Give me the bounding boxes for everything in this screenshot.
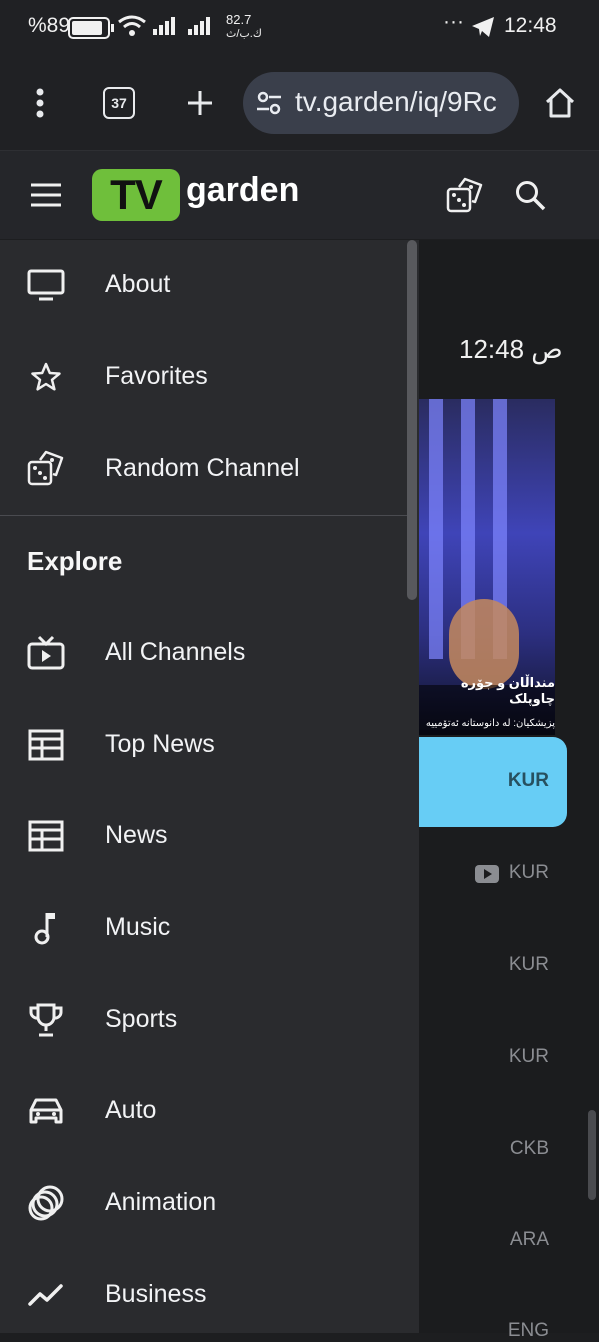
status-time: 12:48 [504, 14, 557, 37]
drawer-item-label: Animation [105, 1188, 217, 1216]
logo-badge[interactable]: TV [92, 169, 180, 221]
drawer-item-sports[interactable]: Sports [0, 975, 405, 1065]
drawer-item-label: About [105, 270, 171, 298]
drawer-item-label: News [105, 821, 168, 849]
drawer-item-label: Top News [105, 730, 215, 758]
drawer-item-favorites[interactable]: Favorites [0, 332, 405, 422]
video-thumbnail[interactable]: منداڵان و جۆرە چاوپلک پزیشکیان: لە دانوس… [419, 399, 555, 735]
page-scrollbar[interactable] [588, 1110, 596, 1200]
drawer-item-random-channel[interactable]: Random Channel [0, 424, 405, 514]
browser-toolbar: 37 tv.garden/iq/9Rc [0, 56, 599, 151]
home-button[interactable] [535, 78, 585, 128]
drawer-item-top-news[interactable]: Top News [0, 700, 405, 790]
clock-text: 12:48 ص [459, 334, 563, 364]
battery-percent: %89 [28, 14, 71, 37]
drawer-item-all-channels[interactable]: All Channels [0, 608, 405, 698]
drawer-item-label: Music [105, 913, 171, 941]
browser-menu-button[interactable] [15, 78, 65, 128]
monitor-icon [26, 265, 66, 305]
newspaper-icon [26, 816, 66, 856]
selected-channel-lang: KUR [507, 770, 549, 791]
newspaper-icon [26, 725, 66, 765]
drawer-divider [0, 515, 407, 516]
drawer-item-label: Business [105, 1280, 207, 1308]
net-speed: 82.7 [226, 12, 252, 27]
music-note-icon [26, 908, 66, 948]
car-icon [26, 1091, 66, 1131]
signal-icon [188, 15, 216, 35]
drawer-item-label: All Channels [105, 638, 246, 666]
tab-count: 37 [111, 95, 127, 111]
video-caption: منداڵان و جۆرە چاوپلک [460, 675, 555, 706]
battery-icon [68, 17, 114, 39]
youtube-icon [475, 865, 499, 883]
url-bar[interactable]: tv.garden/iq/9Rc [243, 72, 519, 134]
channel-lang[interactable]: KUR [509, 862, 549, 884]
new-tab-button[interactable] [175, 78, 225, 128]
channel-lang[interactable]: CKB [510, 1138, 549, 1160]
drawer-item-label: Auto [105, 1096, 157, 1124]
channel-lang[interactable]: ARA [510, 1229, 549, 1251]
star-icon [26, 357, 66, 397]
net-speed-unit: ك.ب/ث [226, 28, 262, 40]
drawer-item-business[interactable]: Business [0, 1250, 405, 1333]
drawer-item-about[interactable]: About [0, 240, 405, 330]
dice-icon [26, 449, 66, 489]
video-subcaption: پزیشکیان: لە دانوستانە ئەتۆمییە [425, 718, 555, 729]
more-notifications: ··· [443, 10, 464, 33]
animation-icon [26, 1183, 66, 1223]
channel-lang[interactable]: KUR [509, 1046, 549, 1068]
section-title-explore: Explore [27, 546, 123, 576]
channel-list-background: 12:48 ص منداڵان و جۆرە چاوپلک پزیشکیان: … [419, 240, 599, 1341]
site-settings-icon[interactable] [256, 91, 282, 115]
drawer-item-auto[interactable]: Auto [0, 1066, 405, 1156]
search-icon[interactable] [514, 179, 546, 211]
drawer-item-label: Favorites [105, 362, 208, 390]
wifi-icon [117, 14, 147, 38]
logo-wordmark[interactable]: garden [186, 171, 299, 210]
trophy-icon [26, 1000, 66, 1040]
url-text: tv.garden/iq/9Rc [295, 86, 497, 117]
tab-switcher-button[interactable]: 37 [94, 78, 144, 128]
selected-channel-row[interactable]: KUR [419, 737, 567, 827]
status-bar: %89 82.7 ك.ب/ث ··· 12:48 [0, 0, 599, 56]
drawer-item-animation[interactable]: Animation [0, 1158, 405, 1248]
tv-icon [26, 633, 66, 673]
drawer-item-label: Sports [105, 1005, 178, 1033]
channel-lang[interactable]: ENG [508, 1320, 549, 1342]
trending-up-icon [26, 1275, 66, 1315]
app-header: TV garden [0, 151, 599, 239]
dice-icon[interactable] [445, 176, 485, 216]
signal-icon [153, 15, 181, 35]
drawer-item-music[interactable]: Music [0, 883, 405, 973]
channel-lang[interactable]: KUR [509, 954, 549, 976]
drawer-item-label: Random Channel [105, 454, 300, 482]
telegram-icon [472, 17, 494, 37]
drawer-item-news[interactable]: News [0, 791, 405, 881]
navigation-drawer: About Favorites Random Channel Explore A… [0, 240, 419, 1333]
menu-icon[interactable] [30, 183, 62, 207]
drawer-scrollbar[interactable] [407, 240, 417, 600]
